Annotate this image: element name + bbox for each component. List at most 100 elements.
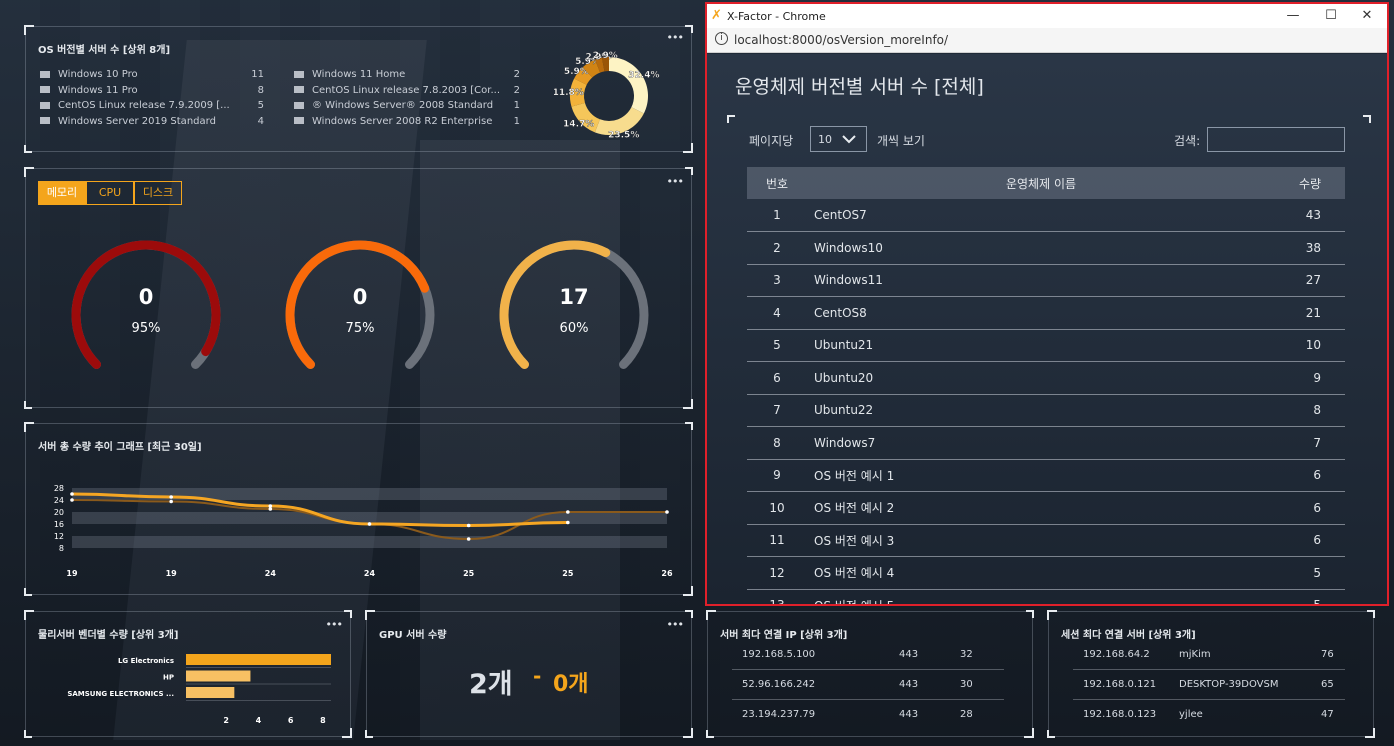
- window-titlebar: ✗ X-Factor - Chrome — ☐ ✕: [707, 4, 1387, 28]
- data-point: [566, 510, 570, 514]
- y-tick-label: 8: [59, 544, 64, 553]
- x-tick-label: 8: [320, 716, 326, 725]
- maximize-icon[interactable]: ☐: [1313, 4, 1349, 28]
- per-page-select[interactable]: 10: [810, 126, 867, 152]
- legend-item: Windows 11 Pro: [40, 85, 138, 96]
- more-icon[interactable]: •••: [667, 31, 684, 44]
- legend-count: 2: [513, 84, 520, 96]
- table-row[interactable]: 6 Ubuntu20 9: [747, 361, 1345, 395]
- table-cell: Windows11: [807, 264, 1275, 297]
- bar: [186, 654, 331, 665]
- legend-count: 2: [513, 69, 520, 80]
- table-cell: 5: [1275, 556, 1345, 590]
- table-cell: 8: [747, 426, 807, 460]
- table-cell: CentOS7: [807, 199, 1275, 232]
- table-row: 192.168.64.2 mjKim 76: [1049, 649, 1369, 663]
- column-header[interactable]: 수량: [1275, 167, 1345, 199]
- data-point: [70, 498, 74, 502]
- table-row: 192.168.0.121 DESKTOP-39DOVSM 65: [1049, 679, 1369, 693]
- y-tick-label: 28: [54, 484, 64, 493]
- resource-usage-panel: ••• 메모리 CPU 디스크 0 95% 0 75% 17 60%: [24, 167, 693, 409]
- table-row: 192.168.5.100 443 32: [708, 649, 1028, 663]
- table-cell: 6: [1275, 524, 1345, 557]
- table-header: 번호 운영체제 이름 수량: [747, 167, 1345, 199]
- table-row[interactable]: 11 OS 버전 예시 36: [747, 524, 1345, 557]
- table-cell: 76: [1321, 649, 1334, 660]
- table-row[interactable]: 3 Windows11 27: [747, 264, 1345, 297]
- x-tick-label: 24: [265, 569, 277, 578]
- table-row: 52.96.166.242 443 30: [708, 679, 1028, 693]
- table-cell: 6: [1275, 491, 1345, 525]
- panel-title: 세션 최다 연결 서버 [상위 3개]: [1061, 630, 1196, 641]
- page-title: 운영체제 버전별 서버 수 [전체]: [735, 76, 984, 98]
- table-row[interactable]: 10 OS 버전 예시 26: [747, 491, 1345, 525]
- table-row[interactable]: 2 Windows10 38: [747, 231, 1345, 265]
- table-cell: OS 버전 예시 2: [807, 491, 1275, 525]
- table-cell: 28: [960, 709, 973, 720]
- donut-label: 11.8%: [554, 88, 584, 98]
- table-cell: 9: [1275, 361, 1345, 395]
- search-label: 검색:: [1174, 134, 1201, 148]
- table-cell: Ubuntu20: [807, 361, 1275, 395]
- row-divider: [1073, 699, 1345, 700]
- legend-label: Windows 11 Pro: [58, 84, 138, 96]
- gpu-zero-count: 0개: [553, 672, 589, 697]
- legend-count: 4: [257, 115, 264, 127]
- table-cell: 52.96.166.242: [742, 679, 816, 690]
- data-point: [466, 537, 471, 541]
- minimize-icon[interactable]: —: [1275, 4, 1311, 28]
- x-tick-label: 26: [661, 569, 673, 578]
- table-cell: 7: [747, 394, 807, 427]
- gauge-value: 0: [138, 285, 154, 309]
- table-cell: 8: [1275, 394, 1345, 427]
- y-tick-label: 16: [54, 520, 64, 529]
- table-cell: 192.168.64.2: [1083, 649, 1150, 660]
- table-cell: 3: [747, 264, 807, 297]
- legend-label: ® Windows Server® 2008 Standard: [312, 100, 494, 111]
- donut-slice: [609, 57, 648, 114]
- table-row[interactable]: 1 CentOS7 43: [747, 199, 1345, 232]
- table-row[interactable]: 5 Ubuntu21 10: [747, 329, 1345, 362]
- more-icon[interactable]: •••: [667, 618, 684, 631]
- column-header[interactable]: 번호: [747, 167, 807, 199]
- category-label: SAMSUNG ELECTRONICS ...: [67, 690, 174, 698]
- table-cell: OS 버전 예시 4: [807, 556, 1275, 590]
- table-row: 192.168.0.123 yjlee 47: [1049, 709, 1369, 723]
- table-cell: yjlee: [1179, 709, 1203, 720]
- gauge-disk-text: 17 60%: [499, 285, 649, 336]
- table-row[interactable]: 7 Ubuntu22 8: [747, 394, 1345, 427]
- address-bar[interactable]: i localhost:8000/osVersion_moreInfo/: [707, 28, 1387, 53]
- donut-label: 2.9%: [593, 51, 618, 61]
- legend-label: Windows 11 Home: [312, 69, 406, 80]
- table-cell: 192.168.0.121: [1083, 679, 1157, 690]
- info-icon[interactable]: i: [715, 32, 728, 45]
- donut-label: 23.5%: [608, 130, 639, 140]
- table-cell: 5: [1275, 589, 1345, 604]
- table-row[interactable]: 4 CentOS8 21: [747, 296, 1345, 330]
- table-cell: 5: [747, 329, 807, 362]
- popup-content: 운영체제 버전별 서버 수 [전체] 페이지당 10 개씩 보기 검색: 번호 …: [707, 54, 1387, 604]
- table-cell: 2: [747, 231, 807, 265]
- gauge-value: 0: [352, 285, 368, 309]
- x-tick-label: 19: [166, 569, 178, 578]
- column-header[interactable]: 운영체제 이름: [807, 167, 1275, 199]
- table-row[interactable]: 12 OS 버전 예시 45: [747, 556, 1345, 590]
- row-divider: [732, 669, 1004, 670]
- close-icon[interactable]: ✕: [1349, 4, 1385, 28]
- legend-item: CentOS Linux release 7.9.2009 [...: [40, 100, 230, 111]
- table-cell: 65: [1321, 679, 1334, 690]
- table-row[interactable]: 13 OS 버전 예시 55: [747, 589, 1345, 604]
- legend-swatch-icon: [294, 101, 304, 109]
- data-point: [268, 504, 273, 508]
- server-trend-panel: 서버 총 수량 추이 그래프 [최근 30일] 28 24 20 16 12 8 19 19 2…: [24, 422, 693, 596]
- table-cell: 9: [747, 459, 807, 492]
- search-input[interactable]: [1207, 127, 1345, 152]
- table-row[interactable]: 9 OS 버전 예시 16: [747, 459, 1345, 492]
- panel-title: OS 버전별 서버 수 [상위 8개]: [38, 45, 171, 56]
- legend-item: Windows Server 2019 Standard: [40, 116, 216, 127]
- table-cell: 32: [960, 649, 973, 660]
- gpu-count: 2개: [469, 669, 513, 700]
- table-row[interactable]: 8 Windows7 7: [747, 426, 1345, 460]
- table-cell: 30: [960, 679, 973, 690]
- table-cell: 12: [747, 556, 807, 590]
